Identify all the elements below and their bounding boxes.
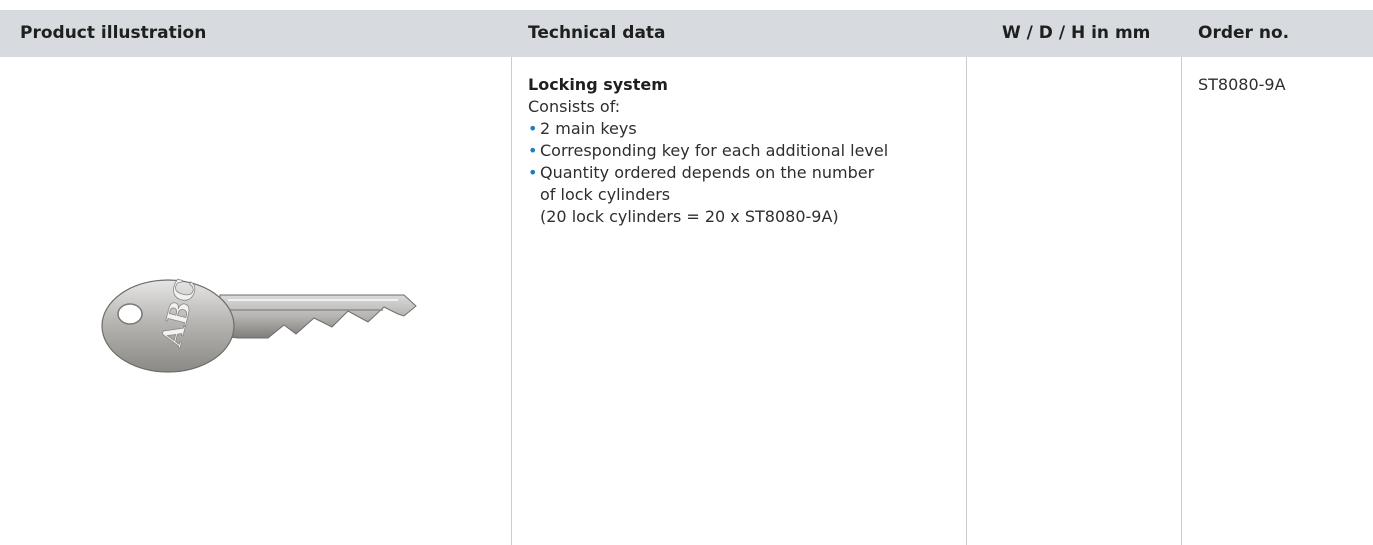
product-table: Product illustration Technical data W / …	[0, 10, 1373, 545]
list-item-text-continued: of lock cylinders	[540, 185, 671, 204]
product-title: Locking system	[528, 75, 668, 94]
header-product-illustration: Product illustration	[20, 23, 207, 43]
technical-data-cell: Locking system Consists of: • 2 main key…	[528, 74, 948, 228]
column-divider	[1181, 57, 1182, 545]
table-header-row: Product illustration Technical data W / …	[0, 10, 1373, 57]
column-divider	[966, 57, 967, 545]
column-divider	[511, 57, 512, 545]
header-order-no: Order no.	[1198, 23, 1290, 43]
bullet-icon: •	[528, 141, 538, 160]
component-list: • 2 main keys • Corresponding key for ea…	[528, 118, 948, 206]
bullet-icon: •	[528, 163, 538, 182]
bullet-icon: •	[528, 119, 538, 138]
list-item: • Corresponding key for each additional …	[528, 140, 948, 162]
quantity-note: (20 lock cylinders = 20 x ST8080-9A)	[540, 207, 839, 226]
list-item-text: 2 main keys	[540, 119, 637, 138]
consists-of-label: Consists of:	[528, 97, 621, 116]
list-item: • 2 main keys	[528, 118, 948, 140]
key-illustration: ABC	[101, 275, 417, 373]
list-item-text: Corresponding key for each additional le…	[540, 141, 889, 160]
header-dimensions: W / D / H in mm	[1002, 23, 1151, 43]
order-number: ST8080-9A	[1198, 75, 1286, 94]
list-item: • Quantity ordered depends on the number…	[528, 162, 948, 206]
header-technical-data: Technical data	[528, 23, 666, 43]
list-item-text: Quantity ordered depends on the number	[540, 163, 875, 182]
